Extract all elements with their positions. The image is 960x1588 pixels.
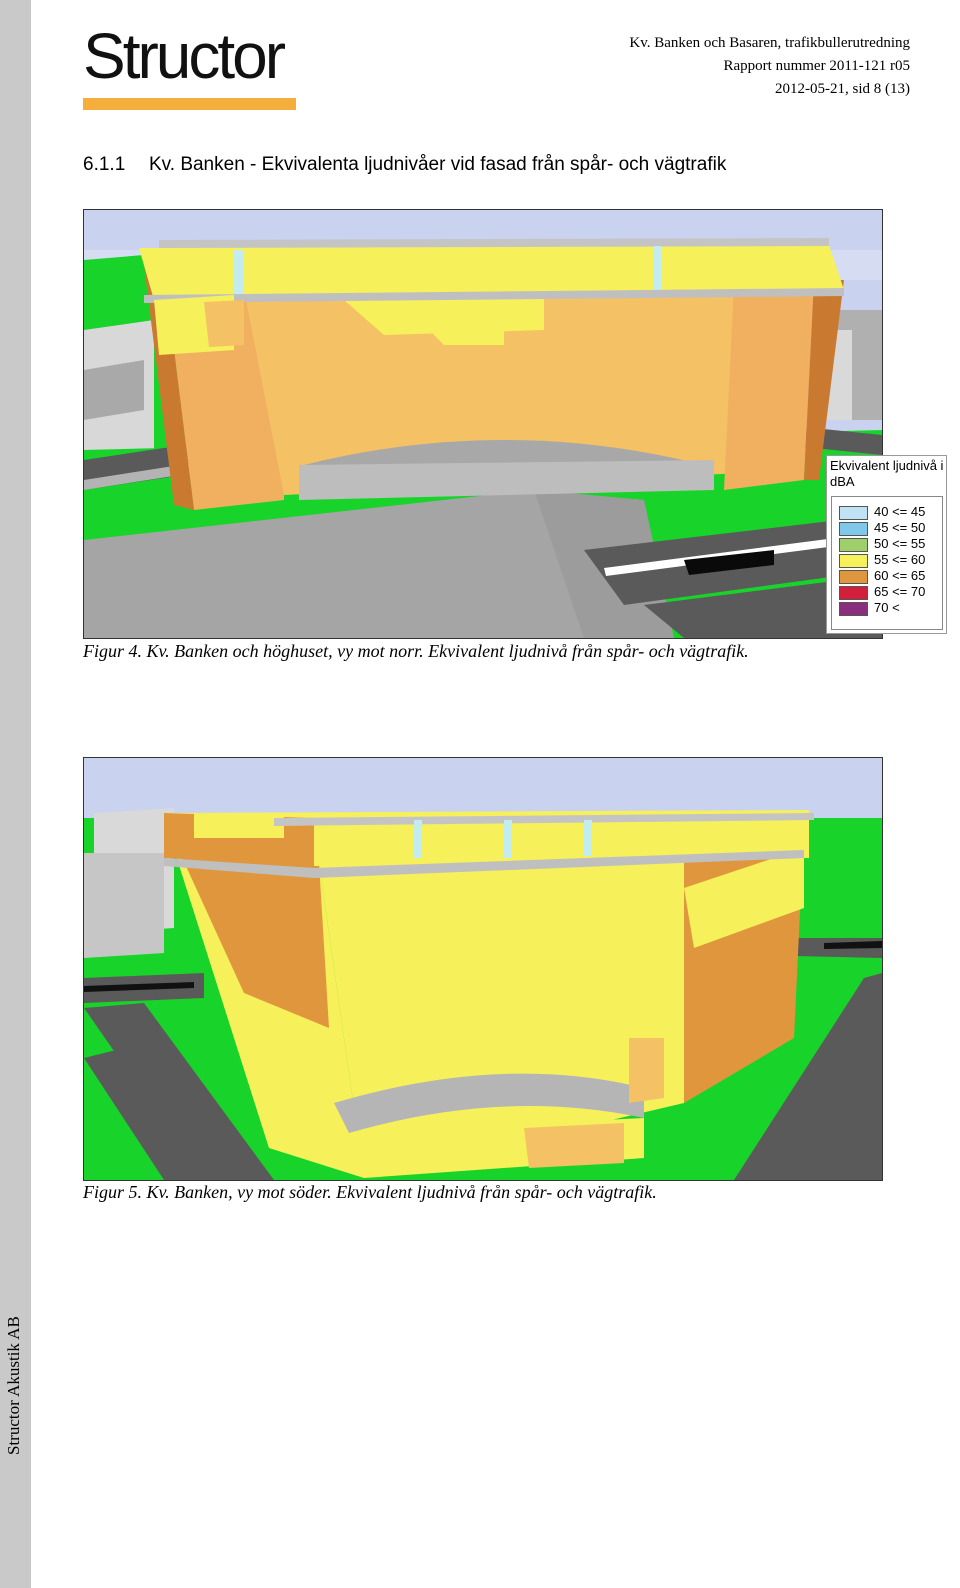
figure-4-render	[84, 210, 882, 638]
section-title: Kv. Banken - Ekvivalenta ljudnivåer vid …	[149, 154, 727, 175]
legend-label: 50 <= 55	[874, 536, 926, 551]
legend-label: 40 <= 45	[874, 504, 926, 519]
legend-swatch	[839, 538, 868, 552]
legend-item: 45 <= 50	[839, 520, 939, 536]
legend-label: 60 <= 65	[874, 568, 926, 583]
legend-swatch	[839, 570, 868, 584]
figure-4-image	[83, 209, 883, 639]
legend-item: 40 <= 45	[839, 504, 939, 520]
logo-underline-bar	[83, 98, 296, 110]
legend-item: 60 <= 65	[839, 568, 939, 584]
header-date-page: 2012-05-21, sid 8 (13)	[775, 81, 910, 97]
legend-item: 70 <	[839, 600, 939, 616]
legend-swatch	[839, 554, 868, 568]
section-heading: 6.1.1 Kv. Banken - Ekvivalenta ljudnivåer…	[83, 154, 726, 176]
logo-wordmark: Structor	[83, 20, 286, 92]
sidebar-strip: Structor Akustik AB	[0, 0, 31, 1588]
sound-level-legend: Ekvivalent ljudnivå i dBA 40 <= 45 45 <=…	[826, 455, 947, 634]
legend-label: 70 <	[874, 600, 900, 615]
legend-label: 55 <= 60	[874, 552, 926, 567]
legend-swatch	[839, 522, 868, 536]
figure-5-image	[83, 757, 883, 1181]
document-header: Kv. Banken och Basaren, trafikbullerutre…	[629, 32, 910, 101]
legend-title: Ekvivalent ljudnivå i dBA	[830, 458, 944, 489]
figure-4-caption: Figur 4. Kv. Banken och höghuset, vy mot…	[83, 641, 749, 661]
legend-label: 45 <= 50	[874, 520, 926, 535]
company-name-vertical: Structor Akustik AB	[4, 1316, 23, 1455]
legend-swatch	[839, 586, 868, 600]
legend-label: 65 <= 70	[874, 584, 926, 599]
section-number: 6.1.1	[83, 154, 126, 175]
header-project-title: Kv. Banken och Basaren, trafikbullerutre…	[629, 35, 910, 51]
figure-5-render	[84, 758, 882, 1180]
figure-5-caption: Figur 5. Kv. Banken, vy mot söder. Ekviv…	[83, 1182, 657, 1202]
legend-item: 55 <= 60	[839, 552, 939, 568]
legend-swatch	[839, 602, 868, 616]
legend-item: 65 <= 70	[839, 584, 939, 600]
header-report-number: Rapport nummer 2011-121 r05	[723, 58, 911, 74]
legend-swatch	[839, 506, 868, 520]
legend-item: 50 <= 55	[839, 536, 939, 552]
structor-logo: Structor	[83, 24, 296, 112]
